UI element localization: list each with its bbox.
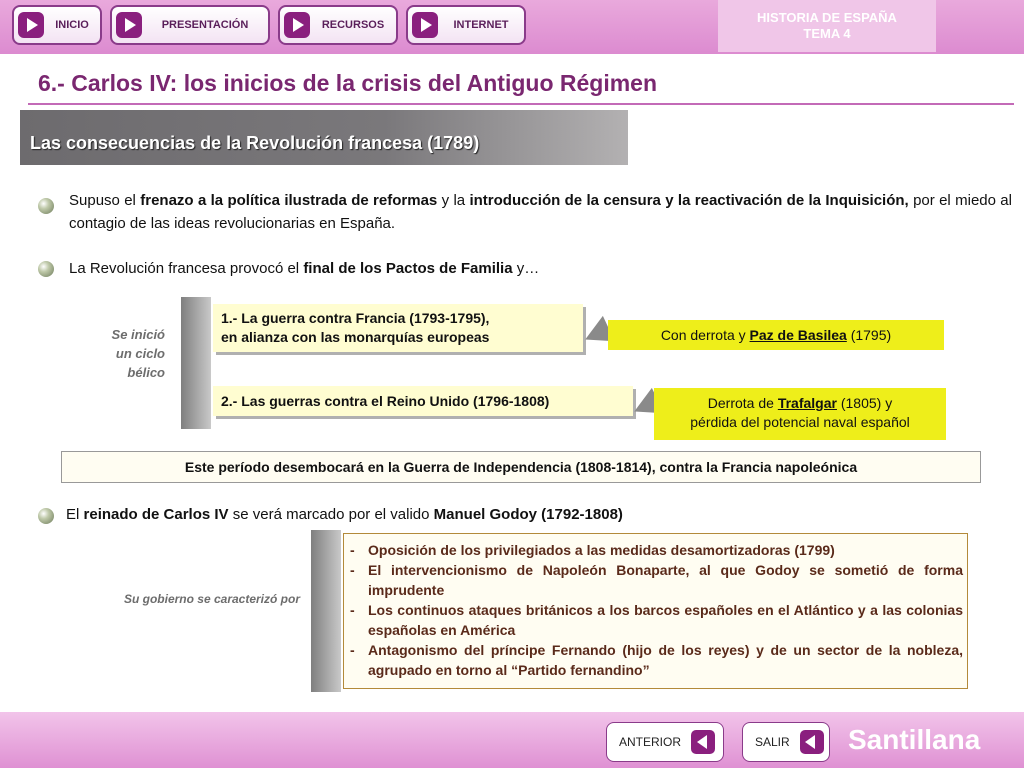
bullet-icon <box>38 508 54 524</box>
cycle-label: Se inició un ciclo bélico <box>111 327 165 380</box>
list-item: - El intervencionismo de Napoleón Bonapar… <box>350 562 963 598</box>
topic-badge: HISTORIA DE ESPAÑA TEMA 4 <box>718 0 936 52</box>
point-1-text: Supuso el frenazo a la política ilustrad… <box>69 192 1012 232</box>
nav-inicio-button[interactable]: INICIO <box>12 5 102 45</box>
point-3-text: El reinado de Carlos IV se verá marcado … <box>66 506 623 523</box>
war-1-result: Con derrota y Paz de Basilea (1795) <box>608 320 944 350</box>
bullet-icon <box>38 198 54 214</box>
play-icon <box>284 12 310 38</box>
play-icon <box>18 12 44 38</box>
title-divider <box>28 103 1014 105</box>
war-2-result: Derrota de Trafalgar (1805) y pérdida de… <box>654 388 946 440</box>
government-bracket-bar <box>311 530 341 692</box>
salir-button[interactable]: SALIR <box>742 722 830 762</box>
cycle-bracket-bar <box>181 297 211 429</box>
salir-label: SALIR <box>755 735 790 749</box>
list-item: - Oposición de los privilegiados a las me… <box>350 542 835 558</box>
nav-presentacion-label: PRESENTACIÓN <box>161 19 249 31</box>
topic-subject: HISTORIA DE ESPAÑA <box>757 10 897 25</box>
war-2-box: 2.- Las guerras contra el Reino Unido (1… <box>213 386 633 416</box>
nav-recursos-label: RECURSOS <box>321 19 385 31</box>
section-title: Las consecuencias de la Revolución franc… <box>30 133 480 153</box>
topic-number: TEMA 4 <box>803 26 851 41</box>
list-item: - Antagonismo del príncipe Fernando (hijo… <box>350 642 963 678</box>
play-icon <box>412 12 438 38</box>
nav-internet-button[interactable]: INTERNET <box>406 5 526 45</box>
back-arrow-icon <box>799 730 824 754</box>
government-list: - Oposición de los privilegiados a las me… <box>343 533 968 689</box>
nav-internet-label: INTERNET <box>453 19 509 31</box>
anterior-label: ANTERIOR <box>619 735 682 749</box>
section-header: Las consecuencias de la Revolución franc… <box>20 110 628 165</box>
page-title: 6.- Carlos IV: los inicios de la crisis … <box>38 70 658 96</box>
period-summary: Este período desembocará en la Guerra de… <box>61 451 981 483</box>
nav-recursos-button[interactable]: RECURSOS <box>278 5 398 45</box>
war-1-box: 1.- La guerra contra Francia (1793-1795)… <box>213 304 583 352</box>
point-2-text: La Revolución francesa provocó el final … <box>69 260 540 277</box>
back-arrow-icon <box>691 730 716 754</box>
list-item: - Los continuos ataques británicos a los … <box>350 602 963 638</box>
play-icon <box>116 12 142 38</box>
nav-inicio-label: INICIO <box>55 19 89 31</box>
nav-presentacion-button[interactable]: PRESENTACIÓN <box>110 5 270 45</box>
government-label: Su gobierno se caracterizó por <box>123 592 300 606</box>
bullet-icon <box>38 261 54 277</box>
anterior-button[interactable]: ANTERIOR <box>606 722 724 762</box>
brand-logo: Santillana <box>848 724 981 755</box>
